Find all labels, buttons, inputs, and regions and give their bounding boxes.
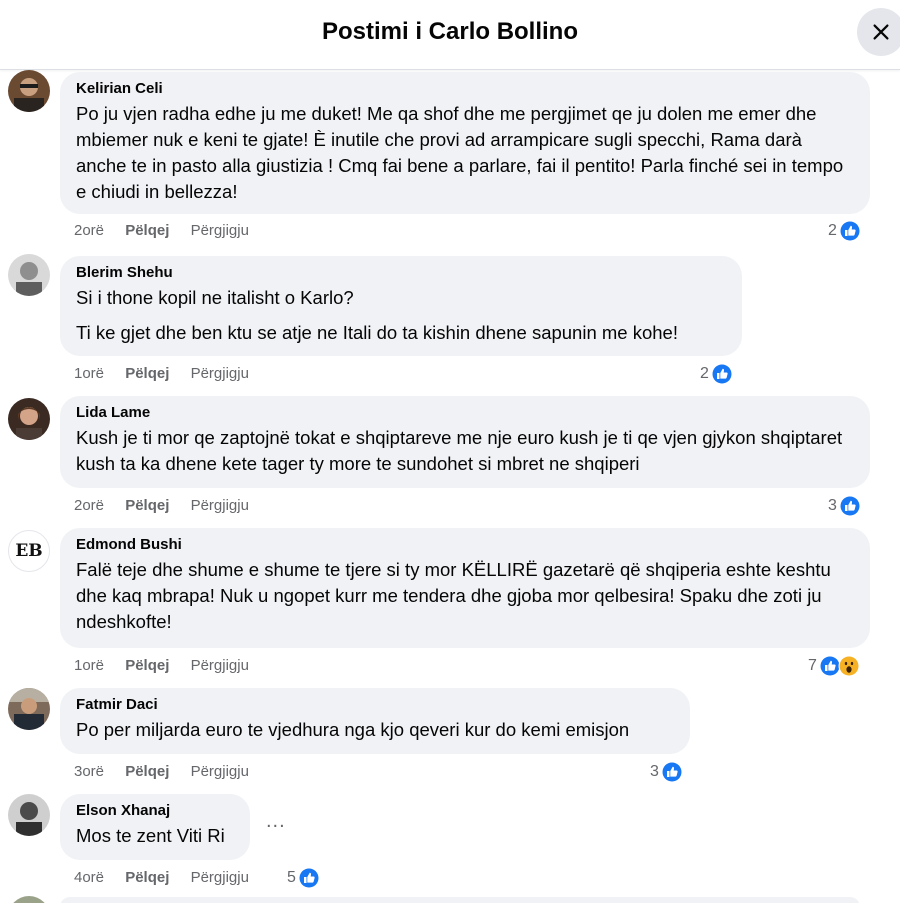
comment-bubble: [60, 897, 860, 903]
avatar[interactable]: EB: [8, 530, 50, 572]
like-icon: [839, 220, 861, 242]
avatar[interactable]: [8, 688, 50, 730]
dialog-header: Postimi i Carlo Bollino: [0, 0, 900, 70]
comment-time[interactable]: 3orë: [74, 763, 104, 780]
like-button[interactable]: Pëlqej: [125, 763, 169, 780]
like-button[interactable]: Pëlqej: [125, 869, 169, 886]
comment-text: Mos te zent Viti Ri: [76, 825, 225, 846]
comment-time[interactable]: 1orë: [74, 365, 104, 382]
reaction-summary[interactable]: 7: [808, 655, 860, 677]
comment-bubble: Elson Xhanaj Mos te zent Viti Ri: [60, 794, 250, 860]
avatar[interactable]: [8, 896, 50, 903]
close-button[interactable]: [857, 8, 900, 56]
comment-author[interactable]: Lida Lame: [76, 404, 856, 421]
comment-actions: 3orë Pëlqej Përgjigju: [74, 763, 266, 780]
wow-icon: [838, 655, 860, 677]
reply-button[interactable]: Përgjigju: [191, 657, 249, 674]
reaction-count: 2: [828, 222, 837, 239]
reply-button[interactable]: Përgjigju: [191, 497, 249, 514]
comment-actions: 4orë Pëlqej Përgjigju: [74, 869, 266, 886]
reaction-count: 5: [287, 869, 296, 886]
like-button[interactable]: Pëlqej: [125, 657, 169, 674]
avatar[interactable]: [8, 794, 50, 836]
reply-button[interactable]: Përgjigju: [191, 222, 249, 239]
comment-text: Po per miljarda euro te vjedhura nga kjo…: [76, 719, 630, 740]
comment-author[interactable]: Fatmir Daci: [76, 696, 676, 713]
like-icon: [661, 761, 683, 783]
comment-bubble: Fatmir Daci Po per miljarda euro te vjed…: [60, 688, 690, 754]
comment-text: Kush je ti mor qe zaptojnë tokat e shqip…: [76, 427, 843, 474]
comment-bubble: Kelirian Celi Po ju vjen radha edhe ju m…: [60, 72, 870, 214]
comment-text: Ti ke gjet dhe ben ktu se atje ne Itali …: [76, 322, 678, 343]
comment-text: Si i thone kopil ne italisht o Karlo?: [76, 287, 354, 308]
avatar-initials: EB: [15, 541, 43, 561]
reply-button[interactable]: Përgjigju: [191, 365, 249, 382]
comment-actions: 2orë Pëlqej Përgjigju: [74, 222, 266, 239]
comment-time[interactable]: 2orë: [74, 497, 104, 514]
comment-time[interactable]: 1orë: [74, 657, 104, 674]
more-options-button[interactable]: ...: [266, 810, 286, 833]
comment-text: Falë teje dhe shume e shume te tjere si …: [76, 559, 831, 632]
comment-bubble: Edmond Bushi Falë teje dhe shume e shume…: [60, 528, 870, 648]
close-icon: [873, 24, 889, 40]
comment-text: Po ju vjen radha edhe ju me duket! Me qa…: [76, 103, 844, 202]
comment-bubble: Lida Lame Kush je ti mor qe zaptojnë tok…: [60, 396, 870, 488]
dialog-title: Postimi i Carlo Bollino: [321, 18, 579, 45]
comment-actions: 1orë Pëlqej Përgjigju: [74, 657, 266, 674]
avatar[interactable]: [8, 398, 50, 440]
comment-author[interactable]: Edmond Bushi: [76, 536, 856, 553]
avatar[interactable]: [8, 254, 50, 296]
like-icon: [298, 867, 320, 889]
comment-author[interactable]: Kelirian Celi: [76, 80, 856, 97]
reaction-summary[interactable]: 2: [700, 363, 733, 385]
reply-button[interactable]: Përgjigju: [191, 869, 249, 886]
reaction-summary[interactable]: 2: [828, 220, 861, 242]
like-button[interactable]: Pëlqej: [125, 497, 169, 514]
reaction-summary[interactable]: 5: [287, 867, 320, 889]
like-icon: [839, 495, 861, 517]
like-button[interactable]: Pëlqej: [125, 222, 169, 239]
comment-author[interactable]: Elson Xhanaj: [76, 802, 236, 819]
comment-time[interactable]: 2orë: [74, 222, 104, 239]
reaction-count: 2: [700, 365, 709, 382]
reaction-count: 3: [650, 763, 659, 780]
comment-actions: 1orë Pëlqej Përgjigju: [74, 365, 266, 382]
comment-author[interactable]: Blerim Shehu: [76, 264, 728, 281]
avatar[interactable]: [8, 70, 50, 112]
like-icon: [711, 363, 733, 385]
reaction-count: 3: [828, 497, 837, 514]
comment-bubble: Blerim Shehu Si i thone kopil ne italish…: [60, 256, 742, 356]
reaction-summary[interactable]: 3: [650, 761, 683, 783]
reaction-summary[interactable]: 3: [828, 495, 861, 517]
like-button[interactable]: Pëlqej: [125, 365, 169, 382]
comment-time[interactable]: 4orë: [74, 869, 104, 886]
reaction-count: 7: [808, 657, 817, 674]
reply-button[interactable]: Përgjigju: [191, 763, 249, 780]
comment-actions: 2orë Pëlqej Përgjigju: [74, 497, 266, 514]
